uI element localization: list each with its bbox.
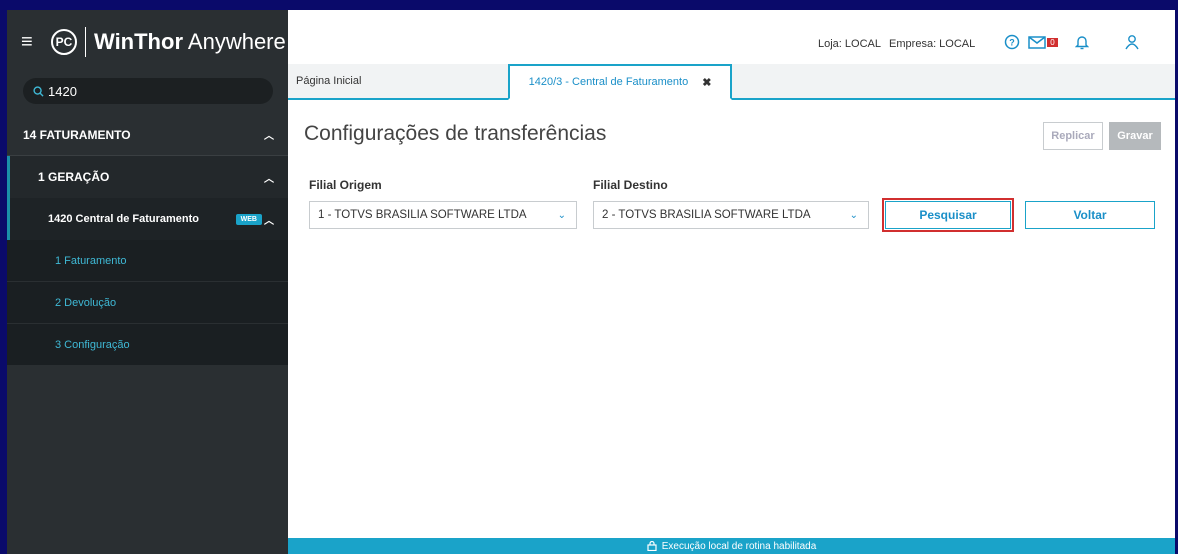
search-value: 1420 [48, 83, 77, 99]
chevron-up-icon: ︿ [264, 131, 274, 142]
replicar-button[interactable]: Replicar [1043, 122, 1103, 150]
chevron-up-icon: ︿ [264, 173, 274, 185]
hamburger-menu-icon[interactable]: ≡ [21, 32, 41, 52]
svg-text:?: ? [1009, 38, 1015, 48]
sidebar-item-geracao[interactable]: 1 GERAÇÃO ︿ [7, 156, 288, 198]
main-content: Configurações de transferências Replicar… [288, 100, 1175, 538]
filial-origem-select[interactable]: 1 - TOTVS BRASILIA SOFTWARE LTDA ⌄ [309, 201, 577, 229]
pc-logo: PC [51, 29, 77, 55]
voltar-button[interactable]: Voltar [1025, 201, 1155, 229]
app-window: ≡ PC WinThor Anywhere 1420 14 FATURAMENT… [7, 10, 1175, 554]
sidebar-item-label: 1 GERAÇÃO [38, 170, 110, 184]
status-footer: Execução local de rotina habilitada [288, 538, 1175, 554]
bell-icon[interactable] [1072, 32, 1092, 52]
user-icon[interactable] [1122, 32, 1142, 52]
chevron-down-icon: ⌄ [849, 209, 858, 221]
store-info: Loja: LOCAL Empresa: LOCAL [818, 38, 980, 50]
gravar-button[interactable]: Gravar [1109, 122, 1161, 150]
page-title: Configurações de transferências [304, 122, 607, 145]
filial-origem-label: Filial Origem [309, 178, 382, 192]
footer-text: Execução local de rotina habilitada [661, 540, 817, 552]
tab-home[interactable]: Página Inicial [288, 64, 508, 98]
sidebar-subitem-faturamento[interactable]: 1 Faturamento [7, 240, 288, 282]
brand-divider [85, 27, 86, 57]
sidebar-item-label: 1420 Central de Faturamento [48, 213, 199, 225]
sidebar-item-central-faturamento[interactable]: 1420 Central de Faturamento WEB ︿ [7, 198, 288, 240]
search-input[interactable]: 1420 [23, 78, 273, 104]
chevron-down-icon: ⌄ [557, 209, 566, 221]
sidebar-subitem-configuracao[interactable]: 3 Configuração [7, 324, 288, 366]
top-bar: Loja: LOCAL Empresa: LOCAL ? 0 [288, 10, 1175, 64]
filial-destino-select[interactable]: 2 - TOTVS BRASILIA SOFTWARE LTDA ⌄ [593, 201, 869, 229]
chevron-up-icon: ︿ [264, 215, 274, 227]
sidebar-item-faturamento[interactable]: 14 FATURAMENTO ︿ [7, 114, 288, 156]
sidebar-item-label: 14 FATURAMENTO [23, 127, 131, 142]
brand-name: WinThor Anywhere [94, 29, 286, 54]
mail-icon[interactable]: 0 [1026, 32, 1060, 52]
mail-count-badge: 0 [1047, 37, 1058, 47]
sidebar: ≡ PC WinThor Anywhere 1420 14 FATURAMENT… [7, 10, 288, 554]
close-icon[interactable]: ✖ [702, 76, 711, 89]
help-icon[interactable]: ? [1002, 32, 1022, 52]
brand-header: ≡ PC WinThor Anywhere [7, 10, 288, 74]
filial-destino-label: Filial Destino [593, 178, 668, 192]
pesquisar-button[interactable]: Pesquisar [882, 198, 1014, 232]
loja-label: Loja: LOCAL [818, 38, 881, 50]
lock-icon [647, 541, 657, 551]
web-badge: WEB [235, 213, 262, 225]
search-icon [33, 85, 44, 97]
tab-bar: Página Inicial 1420/3 - Central de Fatur… [288, 64, 1175, 100]
filial-destino-value: 2 - TOTVS BRASILIA SOFTWARE LTDA [602, 209, 811, 221]
empresa-label: Empresa: LOCAL [889, 38, 976, 50]
tab-label: 1420/3 - Central de Faturamento [528, 76, 689, 88]
sidebar-subitem-devolucao[interactable]: 2 Devolução [7, 282, 288, 324]
filial-origem-value: 1 - TOTVS BRASILIA SOFTWARE LTDA [318, 209, 527, 221]
tab-central-faturamento[interactable]: 1420/3 - Central de Faturamento ✖ [508, 64, 732, 100]
